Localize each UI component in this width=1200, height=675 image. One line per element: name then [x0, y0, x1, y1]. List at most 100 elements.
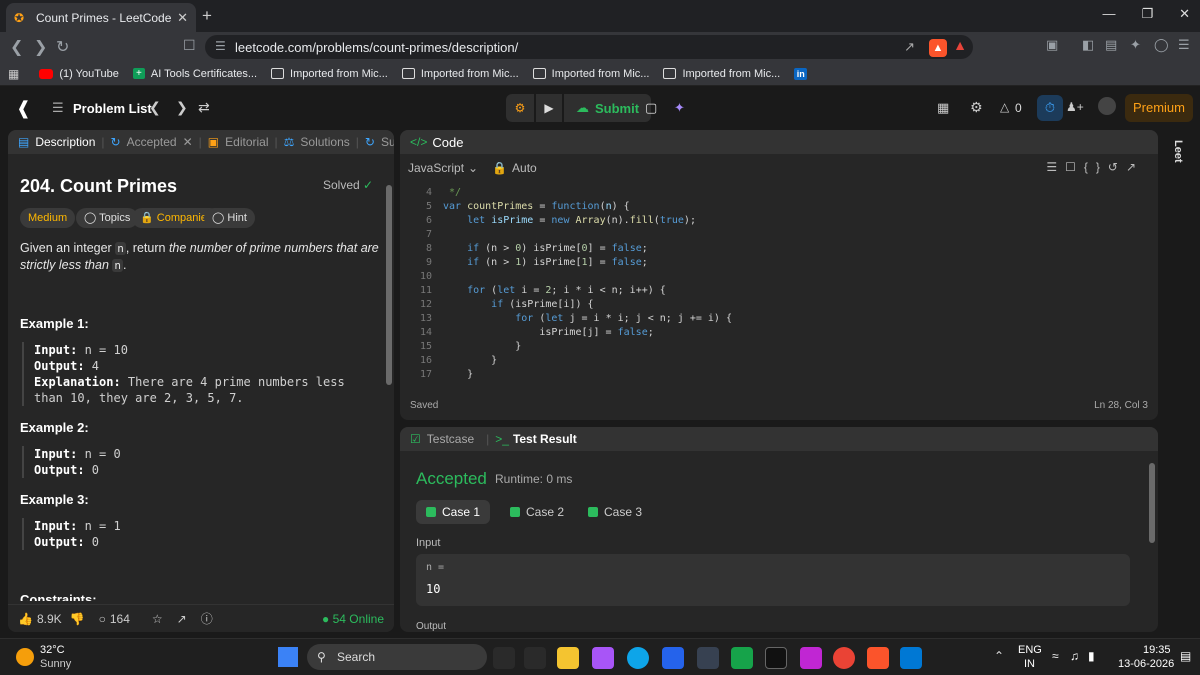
format-icon[interactable]: ☰	[1046, 160, 1065, 174]
star-icon[interactable]: ☆	[152, 612, 163, 626]
shuffle-icon[interactable]: ⇄	[198, 99, 210, 116]
new-tab-icon[interactable]: +	[202, 6, 212, 26]
close-tab-accepted-icon[interactable]: ✕	[183, 135, 193, 149]
brave-icon[interactable]	[867, 647, 889, 669]
brave-shields-icon[interactable]: ▲	[929, 39, 947, 57]
chevron-down-icon[interactable]: ⌄	[468, 161, 478, 175]
bookmark-folder-2[interactable]: Imported from Mic...	[401, 68, 519, 80]
bookmark-folder-1[interactable]: Imported from Mic...	[271, 68, 388, 80]
xbox-icon[interactable]	[731, 647, 753, 669]
bookmark-icon[interactable]: ☐	[183, 37, 196, 54]
notes-icon[interactable]: ▢	[645, 100, 657, 116]
bookmark-ai-tools[interactable]: + AI Tools Certificates...	[132, 68, 257, 80]
tray-chevron-icon[interactable]: ⌃	[994, 649, 1004, 663]
share-icon[interactable]: ↗	[904, 39, 915, 55]
auto-mode[interactable]: Auto	[512, 161, 537, 175]
apps-icon[interactable]: ▦	[8, 67, 19, 81]
tab-test-result[interactable]: Test Result	[513, 432, 577, 446]
clock-date[interactable]: 13-06-2026	[1118, 658, 1174, 670]
scroll-thumb[interactable]	[386, 185, 392, 385]
bookmark-folder-4[interactable]: Imported from Mic...	[663, 68, 780, 80]
tab-description[interactable]: Description	[35, 135, 95, 149]
url-bar[interactable]: ☰ leetcode.com/problems/count-primes/des…	[205, 35, 973, 59]
vscode-icon[interactable]	[900, 647, 922, 669]
tab-solutions[interactable]: Solutions	[300, 135, 349, 149]
comment-icon[interactable]: ○	[99, 612, 106, 626]
tab-testcase[interactable]: Testcase	[427, 432, 474, 446]
vscode-alt-icon[interactable]	[662, 647, 684, 669]
braces-icon[interactable]: {}	[1084, 160, 1108, 174]
problem-list-link[interactable]: Problem List	[73, 101, 152, 116]
clock-time[interactable]: 19:35	[1143, 644, 1171, 656]
leetcode-logo-icon[interactable]: ❰	[16, 98, 31, 119]
bookmark-icon[interactable]: ☐	[1065, 160, 1084, 174]
case-1-tab[interactable]: Case 1	[416, 500, 491, 524]
minimize-icon[interactable]: —	[1102, 6, 1115, 22]
site-info-icon[interactable]: ☰	[215, 39, 226, 53]
volume-icon[interactable]: ♫	[1070, 649, 1079, 663]
brave-rewards-icon[interactable]: ▲	[953, 37, 967, 53]
like-icon[interactable]: 👍	[18, 612, 33, 626]
reload-icon[interactable]: ↻	[56, 37, 69, 57]
next-problem-icon[interactable]: ❯	[176, 99, 188, 116]
bookmark-youtube[interactable]: (1) YouTube	[39, 68, 119, 80]
ai-assist-icon[interactable]: ✦	[674, 100, 685, 116]
avatar[interactable]	[1098, 97, 1116, 115]
back-icon[interactable]: ❮	[10, 37, 23, 57]
bookmark-folder-3[interactable]: Imported from Mic...	[532, 68, 649, 80]
weather[interactable]: Sunny	[40, 658, 71, 670]
store-icon[interactable]	[697, 647, 719, 669]
debug-icon[interactable]: ⚙	[506, 94, 534, 122]
windows-start-icon[interactable]	[278, 647, 298, 667]
share-icon[interactable]: ↗	[177, 612, 187, 626]
lang-1[interactable]: ENG	[1018, 644, 1042, 656]
run-icon[interactable]: ▶	[536, 94, 562, 122]
tab-accepted[interactable]: Accepted	[127, 135, 177, 149]
sidebar-icon[interactable]: ◧	[1082, 37, 1094, 53]
extension-icon[interactable]: ▣	[1046, 37, 1058, 53]
case-3-tab[interactable]: Case 3	[578, 500, 652, 524]
vpn-icon[interactable]: ◯	[1154, 37, 1169, 53]
terminal-icon[interactable]	[765, 647, 787, 669]
submit-button[interactable]: ☁ Submit	[564, 94, 652, 122]
timer-icon[interactable]: ⏱	[1037, 95, 1063, 121]
prev-problem-icon[interactable]: ❮	[149, 99, 161, 116]
bookmark-linkedin[interactable]: in	[794, 67, 813, 80]
restore-icon[interactable]: ❐	[1141, 6, 1153, 22]
chrome-icon[interactable]	[833, 647, 855, 669]
browser-tab[interactable]: ✪ Count Primes - LeetCode ✕	[6, 3, 196, 32]
code-editor[interactable]: */ var countPrimes = function(n) { let i…	[443, 186, 732, 382]
layout-icon[interactable]: ▦	[937, 100, 949, 116]
app-icon[interactable]	[524, 647, 546, 669]
language-select[interactable]: JavaScript	[408, 161, 464, 175]
tab-editorial[interactable]: Editorial	[225, 135, 268, 149]
taskbar-search[interactable]: ⚲ Search	[307, 644, 487, 670]
menu-icon[interactable]: ☰	[1178, 37, 1190, 53]
side-label[interactable]: Leet	[1172, 140, 1184, 163]
topics-tag[interactable]: ◯ Topics	[76, 208, 139, 228]
settings-icon[interactable]: ⚙	[970, 99, 983, 116]
hint-tag[interactable]: ◯ Hint	[204, 208, 255, 228]
problem-title[interactable]: 204. Count Primes	[20, 176, 177, 197]
window-close-icon[interactable]: ✕	[1179, 6, 1190, 22]
reset-icon[interactable]: ↺	[1108, 160, 1126, 174]
leo-ai-icon[interactable]: ✦	[1130, 37, 1141, 53]
tab-submissions[interactable]: Submi	[381, 135, 394, 149]
wifi-icon[interactable]: ≈	[1052, 649, 1059, 663]
instagram-icon[interactable]	[800, 647, 822, 669]
case-2-tab[interactable]: Case 2	[500, 500, 574, 524]
wallet-icon[interactable]: ▤	[1105, 37, 1117, 53]
forward-icon[interactable]: ❯	[34, 37, 47, 57]
lang-2[interactable]: IN	[1024, 658, 1035, 670]
premium-button[interactable]: Premium	[1125, 94, 1193, 122]
dislike-icon[interactable]: 👎	[70, 612, 85, 626]
file-explorer-icon[interactable]	[557, 647, 579, 669]
battery-icon[interactable]: ▮	[1088, 649, 1095, 663]
edge-icon[interactable]	[627, 647, 649, 669]
test-scrollbar[interactable]	[1149, 463, 1155, 543]
task-view-icon[interactable]	[493, 647, 515, 669]
temperature[interactable]: 32°C	[40, 644, 65, 656]
expand-icon[interactable]: ↗	[1126, 160, 1144, 174]
help-icon[interactable]: ⓘ	[201, 610, 213, 627]
notification-icon[interactable]: ▤	[1180, 649, 1191, 663]
